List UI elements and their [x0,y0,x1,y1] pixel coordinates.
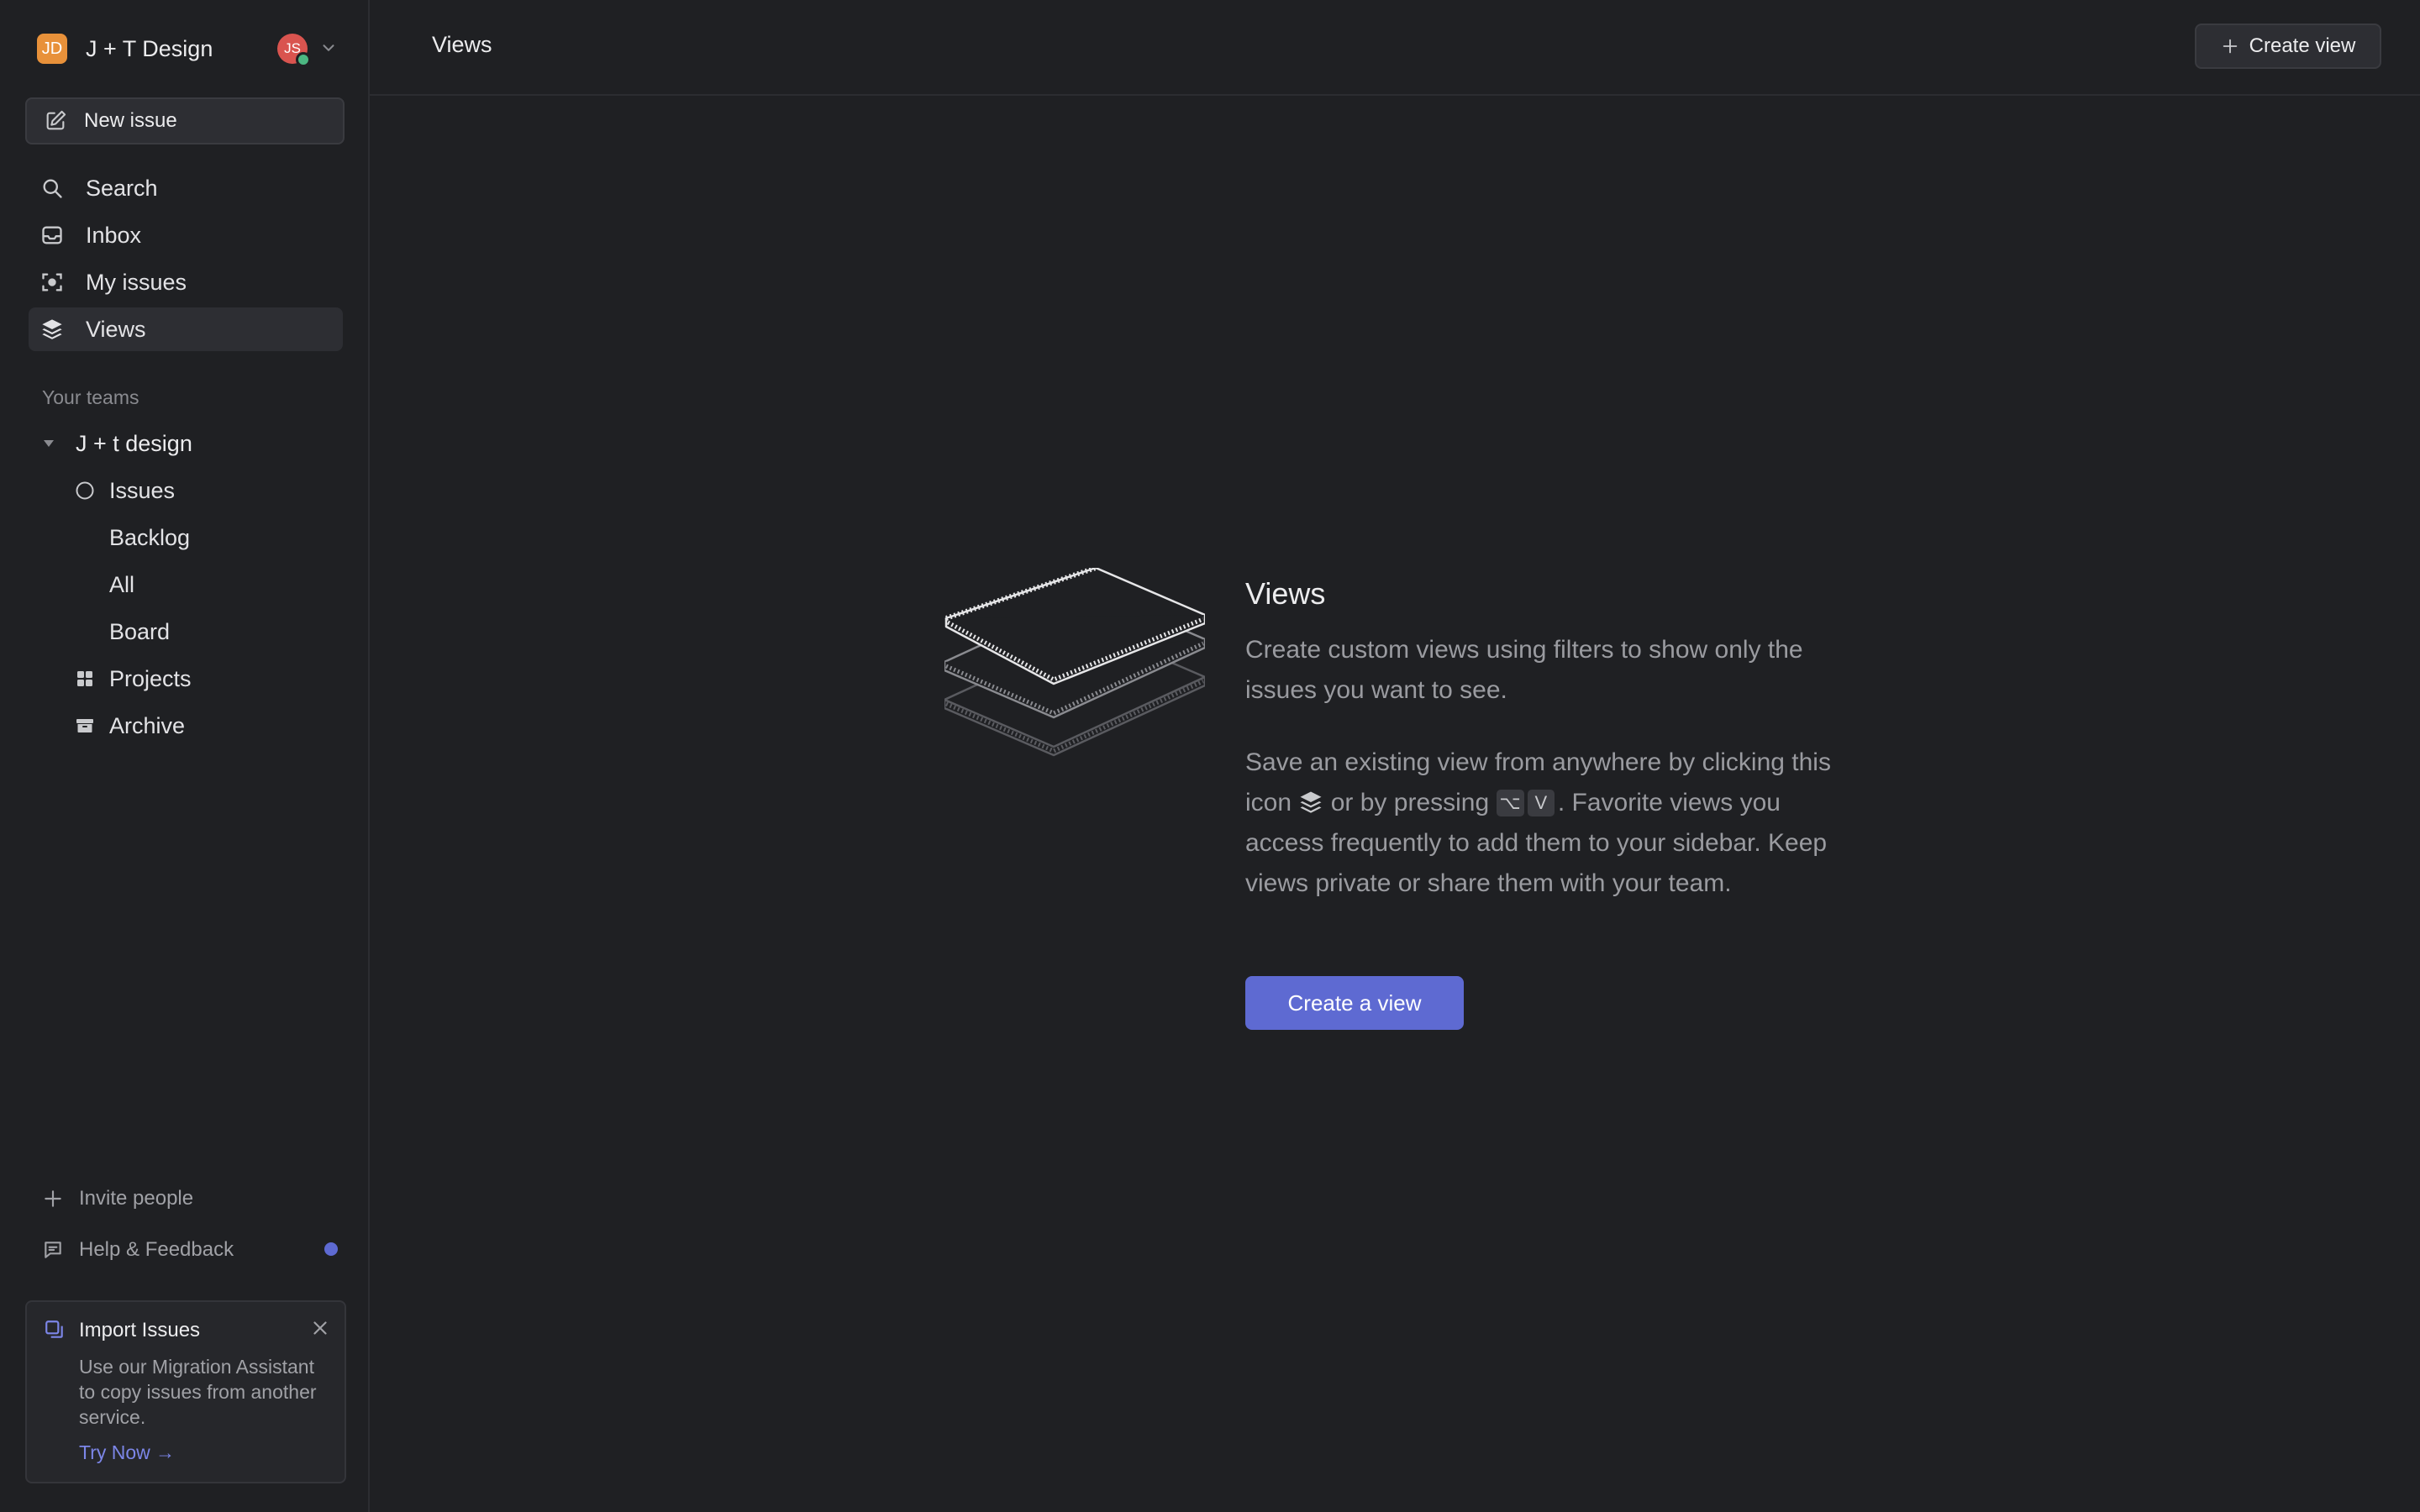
sidebar-item-all[interactable]: All [74,561,343,608]
team-toggle[interactable]: J + t design [40,427,192,460]
workspace-name: J + T Design [86,35,213,61]
nav-item-inbox[interactable]: Inbox [29,213,343,257]
new-issue-button[interactable]: New issue [25,97,345,144]
sidebar-item-label: Board [109,618,171,644]
grid-icon [74,668,96,690]
import-card-body: Use our Migration Assistant to copy issu… [79,1356,317,1428]
stacked-views-illustration [944,568,1205,757]
sidebar-item-label: Backlog [109,524,191,550]
create-view-button[interactable]: Create view [2195,24,2381,69]
invite-people-label: Invite people [79,1187,194,1210]
shortcut-key-v: V [1527,790,1555,816]
workspace-logo: JD [37,34,67,64]
nav-label: Inbox [86,222,142,248]
empty-state-title: Views [1245,576,1326,611]
main-content: Views Create view Views Create custom vi… [370,0,2420,1512]
chevron-down-icon[interactable] [319,39,338,57]
page-title: Views [432,32,492,57]
workspace-switcher[interactable]: JD J + T Design JS [37,32,334,67]
sidebar-item-label: All [109,571,135,597]
new-issue-label: New issue [84,109,177,132]
my-issues-icon [42,273,62,291]
notification-dot [324,1242,338,1256]
plus-icon [2223,39,2237,54]
sidebar-item-label: Projects [109,665,192,691]
top-bar: Views Create view [370,0,2420,96]
archive-icon [74,715,96,737]
shortcut-key-option: ⌥ [1496,790,1524,816]
nav-item-views[interactable]: Views [29,307,343,351]
help-feedback-label: Help & Feedback [79,1238,234,1261]
nav-item-my-issues[interactable]: My issues [29,260,343,304]
nav-label: Views [86,316,146,342]
nav-label: My issues [86,269,187,295]
chat-bubble-icon [45,1242,61,1258]
empty-state-help: Save an existing view from anywhere by c… [1245,743,1850,904]
compose-icon [46,110,66,130]
empty-state-description: Create custom views using filters to sho… [1245,636,1803,704]
save-view-icon [1300,791,1322,813]
create-a-view-button[interactable]: Create a view [1245,976,1464,1030]
main-nav: Search Inbox My issues Views [29,166,343,351]
invite-people-button[interactable]: Invite people [42,1182,193,1215]
team-sub-nav: Issues Backlog All Board Projects Archiv… [74,467,343,749]
search-icon [43,179,62,198]
inbox-icon [42,226,62,244]
sidebar: JD J + T Design JS New issue Search Inbo… [0,0,370,1512]
views-layers-icon [42,319,62,339]
import-icon [45,1320,63,1338]
try-now-link[interactable]: Try Now → [79,1441,175,1464]
sidebar-item-board[interactable]: Board [74,608,343,655]
plus-icon [45,1190,61,1207]
sidebar-item-backlog[interactable]: Backlog [74,514,343,561]
help-text-part2: or by pressing [1330,789,1490,816]
online-status-dot [296,52,311,67]
circle-icon [74,480,96,501]
sidebar-item-label: Issues [109,477,176,503]
sidebar-item-label: Archive [109,712,186,738]
help-feedback-button[interactable]: Help & Feedback [42,1233,234,1267]
import-card-title: Import Issues [79,1319,201,1341]
your-teams-heading: Your teams [42,386,139,408]
nav-label: Search [86,175,158,201]
sidebar-item-issues[interactable]: Issues [74,467,343,514]
import-issues-card: Import Issues Use our Migration Assistan… [25,1300,346,1483]
create-view-label: Create view [2249,34,2356,57]
nav-item-search[interactable]: Search [29,166,343,210]
user-avatar[interactable]: JS [277,34,311,67]
sidebar-item-archive[interactable]: Archive [74,702,343,749]
sidebar-item-projects[interactable]: Projects [74,655,343,702]
triangle-down-icon [44,440,54,447]
close-icon[interactable] [309,1317,331,1339]
team-name: J + t design [76,430,192,456]
